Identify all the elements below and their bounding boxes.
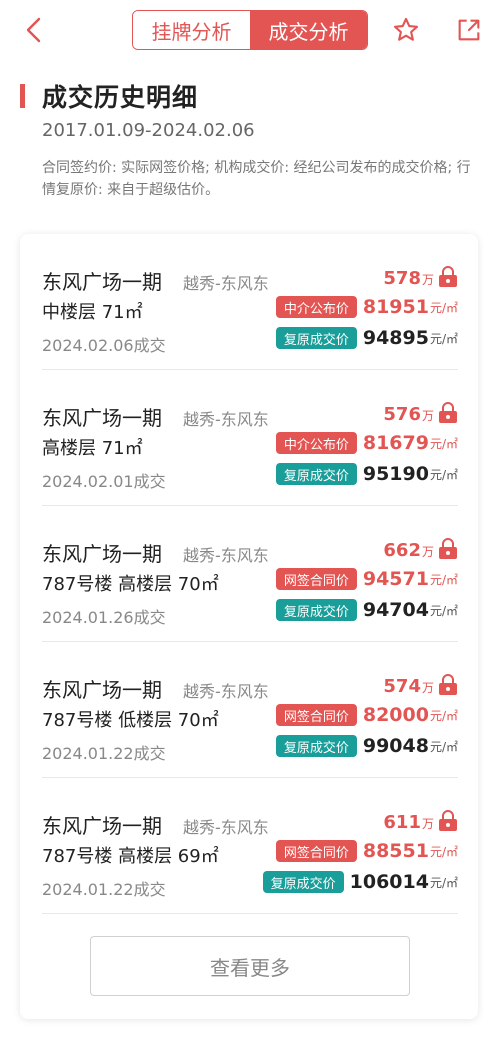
price-unit: 元/㎡ xyxy=(429,844,458,859)
price-unit: 元/㎡ xyxy=(429,467,458,482)
district-label: 越秀-东风东 xyxy=(183,682,269,701)
community-name: 东风广场一期 xyxy=(42,542,162,566)
price-unit: 元/㎡ xyxy=(429,572,458,587)
price-row-restored: 复原成交价 94704 元/㎡ xyxy=(275,599,458,621)
unit-price: 94571 xyxy=(362,568,429,590)
restored-price-tag: 复原成交价 xyxy=(275,463,357,485)
district-label: 越秀-东风东 xyxy=(183,410,269,429)
deal-record[interactable]: 东风广场一期 越秀-东风东 574万 787号楼 低楼层 70㎡ 网签合同价 82… xyxy=(42,642,458,778)
restored-price-tag: 复原成交价 xyxy=(262,871,344,893)
deal-date: 2024.01.22成交 xyxy=(42,880,166,899)
deal-record[interactable]: 东风广场一期 越秀-东风东 576万 高楼层 71㎡ 中介公布价 81679 元/㎡… xyxy=(42,370,458,506)
star-icon xyxy=(393,17,419,41)
section-accent-bar xyxy=(20,84,25,108)
restored-price-tag: 复原成交价 xyxy=(275,599,357,621)
lock-icon[interactable] xyxy=(438,674,458,696)
price-unit: 元/㎡ xyxy=(429,739,458,754)
district-label: 越秀-东风东 xyxy=(183,274,269,293)
deal-date: 2024.01.22成交 xyxy=(42,744,166,763)
unit-price: 88551 xyxy=(362,840,429,862)
price-type-tag: 网签合同价 xyxy=(275,704,357,726)
price-row-restored: 复原成交价 106014 元/㎡ xyxy=(262,871,458,893)
floor-area: 高楼层 71㎡ xyxy=(42,438,143,459)
top-bar: 挂牌分析 成交分析 xyxy=(0,0,500,62)
price-row-primary: 网签合同价 88551 元/㎡ xyxy=(275,840,458,862)
restored-price-tag: 复原成交价 xyxy=(275,735,357,757)
district-label: 越秀-东风东 xyxy=(183,818,269,837)
back-icon xyxy=(26,17,41,43)
floor-area: 787号楼 高楼层 69㎡ xyxy=(42,846,219,867)
date-range: 2017.01.09-2024.02.06 xyxy=(42,120,255,141)
total-price: 574万 xyxy=(383,676,434,697)
deal-date: 2024.02.01成交 xyxy=(42,472,166,491)
restored-unit-price: 99048 xyxy=(362,735,429,757)
share-icon xyxy=(458,19,480,41)
tab-deal-analysis[interactable]: 成交分析 xyxy=(250,11,367,49)
lock-icon[interactable] xyxy=(438,810,458,832)
total-price: 662万 xyxy=(383,540,434,561)
restored-unit-price: 95190 xyxy=(362,463,429,485)
price-row-primary: 中介公布价 81679 元/㎡ xyxy=(275,432,458,454)
price-type-tag: 中介公布价 xyxy=(275,296,357,318)
deal-record[interactable]: 东风广场一期 越秀-东风东 578万 中楼层 71㎡ 中介公布价 81951 元/㎡… xyxy=(42,234,458,370)
price-row-restored: 复原成交价 94895 元/㎡ xyxy=(275,327,458,349)
unit-price: 82000 xyxy=(362,704,429,726)
restored-unit-price: 106014 xyxy=(349,871,429,893)
deal-record[interactable]: 东风广场一期 越秀-东风东 662万 787号楼 高楼层 70㎡ 网签合同价 94… xyxy=(42,506,458,642)
price-unit: 元/㎡ xyxy=(429,300,458,315)
deal-date: 2024.01.26成交 xyxy=(42,608,166,627)
floor-area: 中楼层 71㎡ xyxy=(42,302,143,323)
deal-record[interactable]: 东风广场一期 越秀-东风东 611万 787号楼 高楼层 69㎡ 网签合同价 88… xyxy=(42,778,458,914)
floor-area: 787号楼 低楼层 70㎡ xyxy=(42,710,219,731)
lock-icon[interactable] xyxy=(438,266,458,288)
analysis-tab-switch: 挂牌分析 成交分析 xyxy=(132,10,368,50)
unit-price: 81679 xyxy=(362,432,429,454)
community-name: 东风广场一期 xyxy=(42,406,162,430)
price-row-restored: 复原成交价 95190 元/㎡ xyxy=(275,463,458,485)
total-price: 611万 xyxy=(383,812,434,833)
price-type-tag: 网签合同价 xyxy=(275,568,357,590)
price-unit: 元/㎡ xyxy=(429,875,458,890)
price-row-restored: 复原成交价 99048 元/㎡ xyxy=(275,735,458,757)
total-price: 578万 xyxy=(383,268,434,289)
price-unit: 元/㎡ xyxy=(429,331,458,346)
total-price: 576万 xyxy=(383,404,434,425)
main-content: 成交历史明细 2017.01.09-2024.02.06 合同签约价: 实际网签… xyxy=(0,62,500,1049)
restored-unit-price: 94704 xyxy=(362,599,429,621)
restored-unit-price: 94895 xyxy=(362,327,429,349)
deal-date: 2024.02.06成交 xyxy=(42,336,166,355)
price-row-primary: 网签合同价 82000 元/㎡ xyxy=(275,704,458,726)
price-unit: 元/㎡ xyxy=(429,708,458,723)
deal-history-card: 东风广场一期 越秀-东风东 578万 中楼层 71㎡ 中介公布价 81951 元/㎡… xyxy=(20,234,478,1019)
district-label: 越秀-东风东 xyxy=(183,546,269,565)
view-more-button[interactable]: 查看更多 xyxy=(90,936,410,996)
unit-price: 81951 xyxy=(362,296,429,318)
section-title: 成交历史明细 xyxy=(42,83,199,112)
community-name: 东风广场一期 xyxy=(42,814,162,838)
price-row-primary: 网签合同价 94571 元/㎡ xyxy=(275,568,458,590)
favorite-button[interactable] xyxy=(388,12,424,48)
share-button[interactable] xyxy=(451,12,487,48)
community-name: 东风广场一期 xyxy=(42,270,162,294)
restored-price-tag: 复原成交价 xyxy=(275,327,357,349)
lock-icon[interactable] xyxy=(438,538,458,560)
price-unit: 元/㎡ xyxy=(429,603,458,618)
floor-area: 787号楼 高楼层 70㎡ xyxy=(42,574,219,595)
price-description: 合同签约价: 实际网签价格; 机构成交价: 经纪公司发布的成交价格; 行情复原价… xyxy=(42,160,471,198)
price-unit: 元/㎡ xyxy=(429,436,458,451)
tab-listing-analysis[interactable]: 挂牌分析 xyxy=(133,11,250,49)
lock-icon[interactable] xyxy=(438,402,458,424)
price-row-primary: 中介公布价 81951 元/㎡ xyxy=(275,296,458,318)
back-button[interactable] xyxy=(16,12,52,48)
community-name: 东风广场一期 xyxy=(42,678,162,702)
price-type-tag: 网签合同价 xyxy=(275,840,357,862)
price-type-tag: 中介公布价 xyxy=(275,432,357,454)
